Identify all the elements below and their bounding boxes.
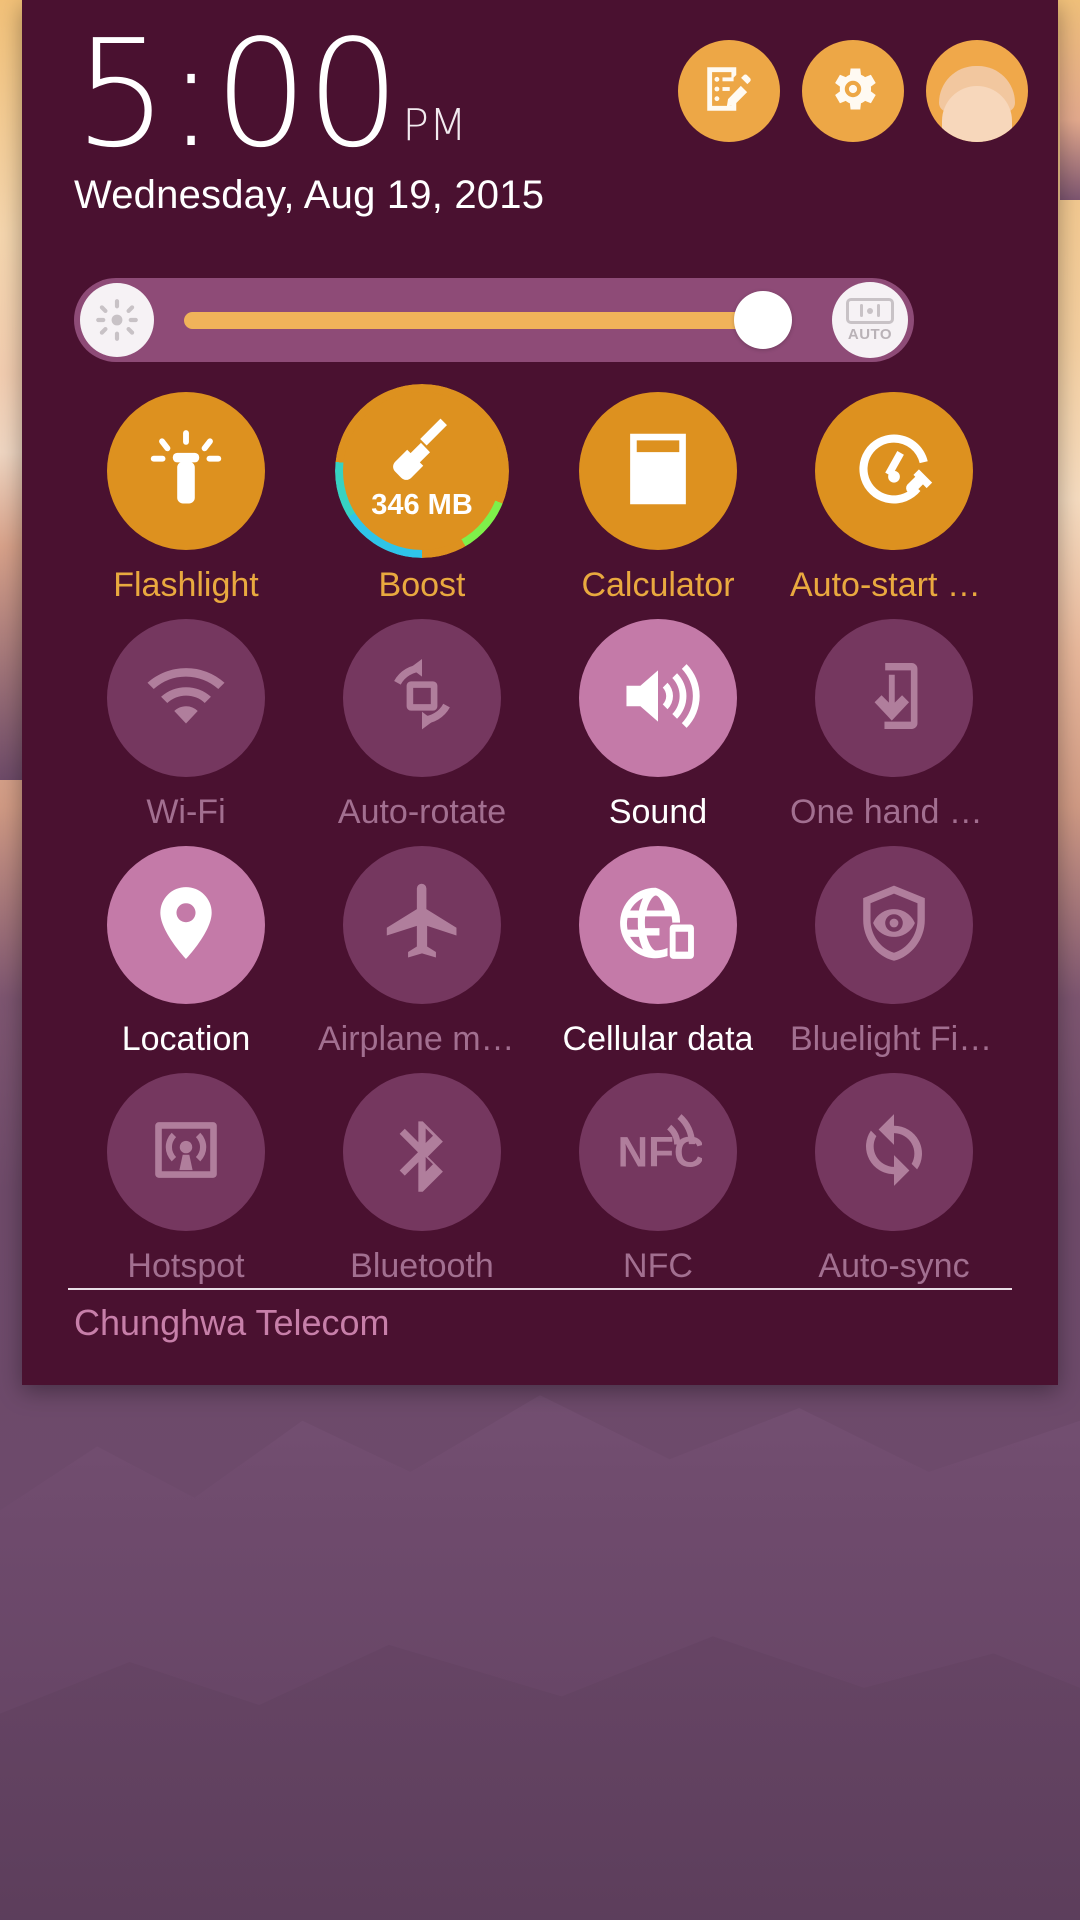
tile-label: One hand op... [790,793,998,831]
tile-label: Wi-Fi [146,793,226,831]
tile-calculator[interactable]: Calculator [540,392,776,605]
tile-icon-circle[interactable]: 346 MB [335,384,509,558]
bluelight-shield-icon [850,879,938,972]
tile-icon-circle[interactable] [815,392,973,550]
tile-location[interactable]: Location [68,846,304,1059]
boost-broom-icon [385,418,459,493]
clock-date: Wednesday, Aug 19, 2015 [74,173,545,218]
tile-one-hand-operation[interactable]: One hand op... [776,619,1012,832]
wifi-icon [142,652,230,745]
tile-label: Bluelight Filter [790,1020,998,1058]
tile-icon-circle[interactable] [107,392,265,550]
tile-sound[interactable]: Sound [540,619,776,832]
tile-icon-circle[interactable] [815,619,973,777]
auto-rotate-icon [378,652,466,745]
tile-label: Location [121,1020,251,1058]
tile-label: Bluetooth [350,1247,494,1285]
tile-icon-circle[interactable] [579,846,737,1004]
auto-brightness-label: AUTO [847,325,893,343]
tile-auto-rotate[interactable]: Auto-rotate [304,619,540,832]
nfc-icon: NFC [614,1106,704,1199]
flashlight-icon [142,425,230,518]
tile-flashlight[interactable]: Flashlight [68,392,304,605]
clock-time: 5:00 [74,8,400,180]
tile-icon-circle[interactable] [815,846,973,1004]
tile-nfc[interactable]: NFC NFC [540,1073,776,1286]
brightness-slider-row[interactable]: AUTO [74,278,914,362]
tile-icon-circle[interactable] [815,1073,973,1231]
tile-label: Calculator [581,566,735,604]
brightness-icon[interactable] [80,283,154,357]
notes-edit-button[interactable] [678,40,780,142]
brightness-slider-thumb[interactable] [734,291,792,349]
tile-label: Airplane mo... [318,1020,526,1058]
note-edit-icon [700,60,758,123]
cellular-data-icon [614,879,702,972]
tile-label: Auto-sync [818,1247,970,1285]
quick-settings-panel: 5:00 PM Wednesday, Aug 19, 2015 AUTO Fla… [22,0,1058,1385]
tile-icon-circle[interactable] [579,619,737,777]
quick-settings-tiles: Flashlight 346 MB Boost Calculator Auto-… [68,384,1012,1286]
auto-brightness-icon [846,297,894,324]
tile-wifi[interactable]: Wi-Fi [68,619,304,832]
tile-label: NFC [623,1247,693,1285]
bluetooth-icon [378,1106,466,1199]
footer-divider [68,1288,1012,1290]
tile-hotspot[interactable]: Hotspot [68,1073,304,1286]
tile-icon-circle[interactable] [343,846,501,1004]
airplane-icon [378,879,466,972]
boost-memory-badge: 346 MB [371,489,473,521]
tile-label: Cellular data [562,1020,754,1058]
user-avatar-button[interactable] [926,40,1028,142]
tile-label: Flashlight [113,566,259,604]
sound-icon [614,652,702,745]
clock-block[interactable]: 5:00 PM Wednesday, Aug 19, 2015 [74,8,545,218]
tile-icon-circle[interactable] [107,1073,265,1231]
tile-icon-circle[interactable] [107,619,265,777]
top-actions [678,40,1028,142]
tile-icon-circle[interactable] [343,619,501,777]
calculator-icon [614,425,702,518]
clock-ampm: PM [402,100,467,152]
tile-auto-start-manager[interactable]: Auto-start M... [776,392,1012,605]
tile-label: Sound [608,793,708,831]
one-hand-icon [850,652,938,745]
location-pin-icon [142,879,230,972]
auto-brightness-button[interactable]: AUTO [832,282,908,358]
settings-button[interactable] [802,40,904,142]
auto-start-icon [850,425,938,518]
tile-airplane-mode[interactable]: Airplane mo... [304,846,540,1059]
tile-auto-sync[interactable]: Auto-sync [776,1073,1012,1286]
hotspot-icon [142,1106,230,1199]
brightness-slider-fill [184,311,764,329]
clock-row: 5:00 PM [74,8,544,180]
tile-cellular-data[interactable]: Cellular data [540,846,776,1059]
tile-label: Hotspot [127,1247,245,1285]
wallpaper-right-edge [1060,0,1080,200]
tile-label: Auto-rotate [337,793,507,831]
carrier-label: Chunghwa Telecom [74,1302,390,1343]
tile-label: Boost [378,566,466,604]
tile-bluetooth[interactable]: Bluetooth [304,1073,540,1286]
tile-icon-circle[interactable] [579,392,737,550]
tile-bluelight-filter[interactable]: Bluelight Filter [776,846,1012,1059]
brightness-slider-track[interactable] [158,278,828,362]
tile-label: Auto-start M... [790,566,998,604]
gear-icon [824,60,882,123]
tile-icon-circle[interactable] [343,1073,501,1231]
auto-sync-icon [850,1106,938,1199]
boost-inner: 346 MB [343,392,501,550]
tile-icon-circle[interactable]: NFC [579,1073,737,1231]
tile-boost[interactable]: 346 MB Boost [304,384,540,605]
tile-icon-circle[interactable] [107,846,265,1004]
